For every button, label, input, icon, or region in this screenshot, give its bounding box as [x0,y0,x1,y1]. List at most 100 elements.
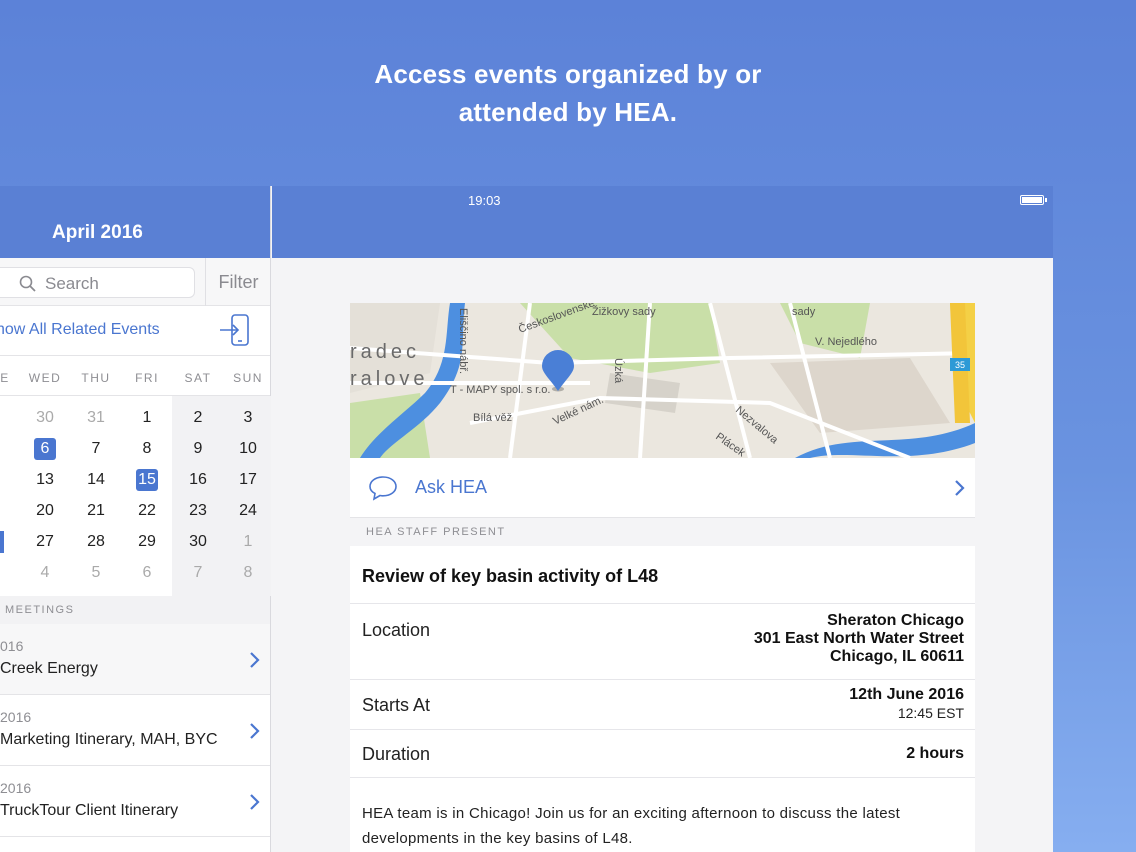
search-row: Search Filter [0,258,270,306]
chevron-right-icon [250,723,260,739]
staff-present-header: HEA STAFF PRESENT [350,518,975,546]
chevron-right-icon [250,652,260,668]
calendar-day[interactable]: 17 [233,469,263,491]
meeting-title: Creek Energy [0,660,98,677]
map-label-7: T - MAPY spol. s r.o. [450,384,550,396]
calendar-day[interactable]: 2 [183,407,213,429]
weekday-label: E [0,371,10,385]
headline: Access events organized by or attended b… [0,55,1136,131]
map-label-13: Úzká [612,358,625,384]
event-card: 35 Žižkovy sady sady V. Nejedlého Českos… [350,303,975,852]
meeting-title: Marketing Itinerary, MAH, BYC [0,731,218,748]
calendar-day[interactable]: 14 [81,469,111,491]
ask-hea-label: Ask HEA [415,477,488,497]
duration-value: 2 hours [906,745,964,762]
chevron-right-icon [955,480,965,496]
calendar-day[interactable]: 4 [30,562,60,584]
calendar-day[interactable]: 5 [81,562,111,584]
event-detail-pane: 19:03 35 Žižkovy sady sady V. Nejedlého … [272,186,1053,852]
calendar-day[interactable]: 6 [132,562,162,584]
staff-present-label: HEA STAFF PRESENT [366,526,506,538]
map-label-1: Žižkovy sady [592,305,656,318]
calendar-day[interactable]: 1 [233,531,263,553]
calendar-day[interactable]: 30 [183,531,213,553]
battery-icon [1020,195,1047,205]
calendar-day[interactable]: 9 [183,438,213,460]
calendar-day[interactable]: 23 [183,500,213,522]
map-label-12: Eliščino nábř. [457,308,469,374]
filter-button[interactable]: Filter [205,258,271,306]
event-description: HEA team is in Chicago! Join us for an e… [362,805,901,847]
search-icon [19,275,36,292]
calendar-day[interactable]: 1 [132,407,162,429]
calendar-day[interactable]: 15 [136,469,158,491]
calendar-day[interactable]: 22 [132,500,162,522]
map-label-road-35: 35 [955,360,965,370]
location-label: Location [362,620,431,640]
status-time: 19:03 [468,193,501,208]
location-line-3: Chicago, IL 60611 [830,648,964,665]
map-canvas: 35 Žižkovy sady sady V. Nejedlého Českos… [350,303,975,458]
location-value: Sheraton Chicago 301 East North Water St… [754,612,964,666]
meeting-date: 2016 [0,780,32,796]
calendar-day[interactable]: 29 [132,531,162,553]
location-line-1: Sheraton Chicago [827,612,964,629]
weekday-header: E WED THU FRI SAT SUN [0,356,270,396]
calendar-day[interactable]: 31 [81,407,111,429]
weekday-label: SAT [184,371,212,385]
map-label-5: radec [350,341,420,363]
calendar-day[interactable]: 30 [30,407,60,429]
device-sync-icon[interactable] [218,313,252,349]
weekday-label: THU [81,371,111,385]
calendar-day[interactable]: 20 [30,500,60,522]
calendar-day[interactable]: 13 [30,469,60,491]
calendar-day[interactable]: 28 [81,531,111,553]
calendar-day[interactable]: 24 [233,500,263,522]
map-label-6: ralove [350,368,428,390]
show-related-events-link[interactable]: how All Related Events [0,321,160,339]
selected-day-marker-clipped [0,531,4,553]
calendar-day[interactable]: 16 [183,469,213,491]
headline-line-2: attended by HEA. [458,97,678,127]
event-title-row: Review of key basin activity of L48 [350,546,975,604]
calendar-day[interactable]: 8 [132,438,162,460]
event-details: Review of key basin activity of L48 Loca… [350,546,975,852]
starts-at-label: Starts At [362,695,431,715]
location-line-2: 301 East North Water Street [753,630,964,647]
meetings-list: 016 Creek Energy 2016 Marketing Itinerary, … [0,624,270,837]
location-row: Location Sheraton Chicago 301 East North… [350,604,975,680]
related-events-row[interactable]: how All Related Events [0,306,270,356]
weekday-label: SUN [233,371,263,385]
event-title: Review of key basin activity of L48 [362,566,659,586]
meeting-list-item[interactable]: 2016 Marketing Itinerary, MAH, BYC [0,695,270,766]
map-label-8: Bílá věž [473,412,512,424]
starts-at-row: Starts At 12th June 2016 12:45 EST [350,680,975,730]
search-input[interactable]: Search [0,267,195,298]
calendar-day[interactable]: 7 [81,438,111,460]
weekday-label: WED [28,371,62,385]
detail-nav-bar: 19:03 [272,186,1053,258]
meeting-list-item[interactable]: 016 Creek Energy [0,624,270,695]
month-calendar-grid: 30 31 1 2 3 6 7 8 9 10 13 14 15 16 17 20 21 22 23 24 27 28 29 3… [0,396,271,596]
map-label-2: sady [792,306,816,318]
calendar-day[interactable]: 3 [233,407,263,429]
chat-bubble-icon [369,476,397,501]
calendar-day[interactable]: 7 [183,562,213,584]
duration-row: Duration 2 hours [350,730,975,778]
ipad-screen: April 2016 Search Filter how All Related… [0,186,1053,852]
calendar-day[interactable]: 10 [233,438,263,460]
meeting-list-item[interactable]: 2016 TruckTour Client Itinerary [0,766,270,837]
calendar-day[interactable]: 21 [81,500,111,522]
event-map[interactable]: 35 Žižkovy sady sady V. Nejedlého Českos… [350,303,975,458]
calendar-day[interactable]: 6 [34,438,56,460]
chevron-right-icon [250,794,260,810]
ask-hea-row[interactable]: Ask HEA [350,458,975,518]
meeting-date: 016 [0,638,24,654]
starts-time: 12:45 EST [897,705,964,721]
headline-line-1: Access events organized by or [374,59,762,89]
search-placeholder: Search [45,274,99,293]
month-title: April 2016 [52,222,143,243]
calendar-day[interactable]: 27 [30,531,60,553]
meetings-header: MEETINGS [0,596,270,624]
calendar-day[interactable]: 8 [233,562,263,584]
